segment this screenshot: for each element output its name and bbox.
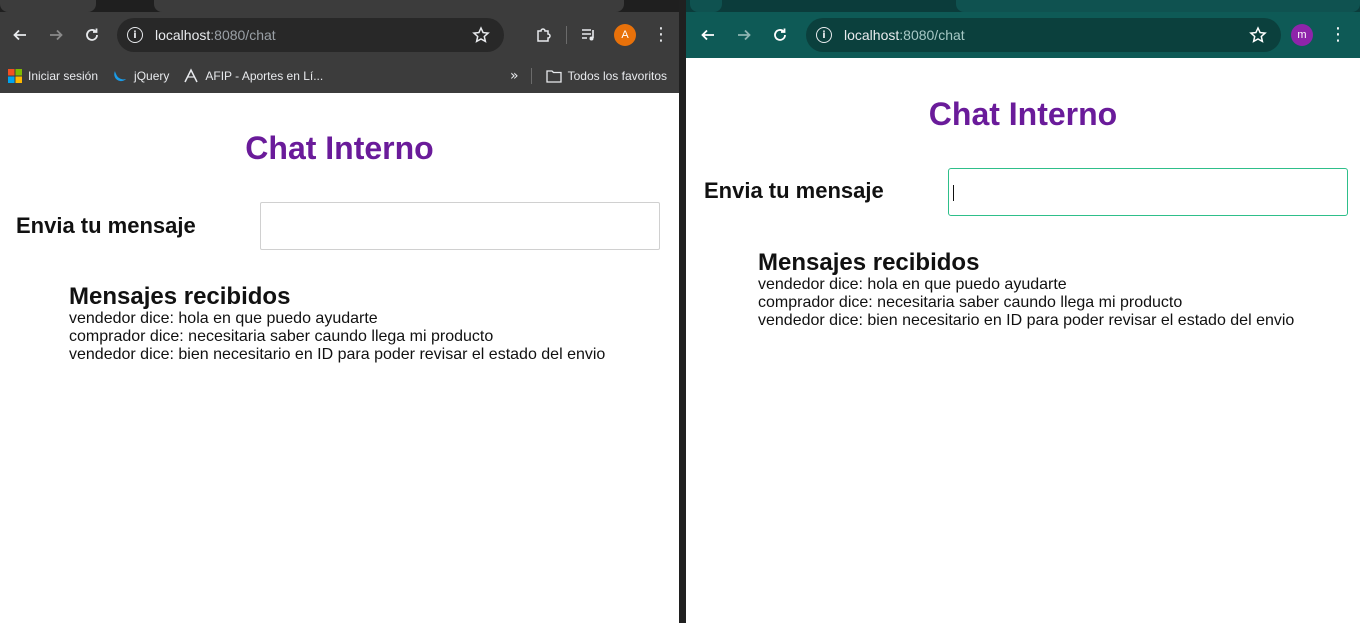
afip-icon bbox=[183, 67, 199, 84]
address-bar[interactable]: i localhost:8080/chat bbox=[806, 18, 1281, 52]
send-message-label: Envia tu mensaje bbox=[16, 213, 196, 238]
forward-arrow-icon bbox=[738, 29, 751, 41]
page-content: Chat Interno Envia tu mensaje Mensajes r… bbox=[686, 58, 1360, 623]
tab[interactable] bbox=[0, 0, 96, 12]
forward-button[interactable] bbox=[726, 17, 762, 53]
received-heading: Mensajes recibidos bbox=[758, 249, 980, 276]
text-caret bbox=[953, 185, 954, 201]
message-line: vendedor dice: bien necesitario en ID pa… bbox=[758, 312, 1295, 329]
url-host: localhost bbox=[844, 27, 900, 43]
url-text: localhost:8080/chat bbox=[844, 27, 965, 43]
bookmark-label: AFIP - Aportes en Lí... bbox=[205, 68, 324, 83]
kebab-menu-icon: ⋮ bbox=[1329, 24, 1347, 45]
reload-button[interactable] bbox=[74, 17, 110, 53]
bookmark-label: Iniciar sesión bbox=[28, 68, 99, 83]
received-heading: Mensajes recibidos bbox=[69, 283, 291, 310]
all-bookmarks-label: Todos los favoritos bbox=[567, 68, 667, 83]
toolbar-separator bbox=[566, 26, 567, 44]
back-button[interactable] bbox=[690, 17, 726, 53]
reload-icon bbox=[774, 28, 786, 41]
page-title: Chat Interno bbox=[245, 130, 434, 166]
url-path: :8080/chat bbox=[210, 27, 276, 43]
menu-button[interactable]: ⋮ bbox=[643, 17, 679, 53]
message-input[interactable] bbox=[948, 168, 1348, 216]
more-bookmarks-chevron-icon[interactable]: » bbox=[510, 68, 519, 84]
bookmark-item[interactable]: AFIP - Aportes en Lí... bbox=[183, 67, 324, 84]
back-button[interactable] bbox=[2, 17, 38, 53]
media-controls-button[interactable] bbox=[571, 17, 607, 53]
puzzle-icon bbox=[537, 28, 551, 42]
queue-music-icon bbox=[582, 29, 594, 41]
profile-button[interactable]: m bbox=[1284, 17, 1320, 53]
extensions-button[interactable] bbox=[526, 17, 562, 53]
browser-window-left: i localhost:8080/chat A ⋮ Iniciar sesión… bbox=[0, 0, 679, 623]
tab[interactable] bbox=[956, 0, 1360, 12]
tab-strip bbox=[686, 0, 1360, 12]
forward-arrow-icon bbox=[50, 29, 63, 41]
bookmark-star-icon[interactable] bbox=[1249, 26, 1267, 44]
message-input[interactable] bbox=[260, 202, 660, 250]
reload-button[interactable] bbox=[762, 17, 798, 53]
browser-toolbar: i localhost:8080/chat A ⋮ bbox=[0, 12, 679, 58]
profile-button[interactable]: A bbox=[607, 17, 643, 53]
message-line: vendedor dice: bien necesitario en ID pa… bbox=[69, 346, 606, 363]
site-info-icon[interactable]: i bbox=[816, 27, 832, 43]
message-line: vendedor dice: hola en que puedo ayudart… bbox=[69, 310, 378, 327]
forward-button[interactable] bbox=[38, 17, 74, 53]
avatar: A bbox=[614, 24, 636, 46]
bookmark-item[interactable]: jQuery bbox=[112, 68, 169, 84]
send-message-label: Envia tu mensaje bbox=[704, 178, 884, 203]
received-messages: Mensajes recibidos vendedor dice: hola e… bbox=[758, 250, 1294, 330]
address-bar[interactable]: i localhost:8080/chat bbox=[117, 18, 504, 52]
jquery-icon bbox=[112, 68, 128, 84]
message-line: vendedor dice: hola en que puedo ayudart… bbox=[758, 276, 1067, 293]
bookmarks-separator bbox=[530, 67, 532, 84]
menu-button[interactable]: ⋮ bbox=[1320, 17, 1356, 53]
browser-window-right: i localhost:8080/chat m ⋮ Chat Interno E… bbox=[686, 0, 1360, 623]
site-info-icon[interactable]: i bbox=[127, 27, 143, 43]
window-divider bbox=[679, 0, 686, 623]
bookmark-item[interactable]: Iniciar sesión bbox=[8, 68, 99, 83]
message-line: comprador dice: necesitaria saber caundo… bbox=[758, 294, 1183, 311]
bookmark-label: jQuery bbox=[134, 68, 170, 83]
tab[interactable] bbox=[154, 0, 624, 12]
bookmarks-bar: Iniciar sesión jQuery AFIP - Aportes en … bbox=[0, 58, 679, 93]
kebab-menu-icon: ⋮ bbox=[652, 24, 670, 45]
browser-toolbar: i localhost:8080/chat m ⋮ bbox=[686, 12, 1360, 58]
back-arrow-icon bbox=[13, 29, 26, 41]
message-line: comprador dice: necesitaria saber caundo… bbox=[69, 328, 494, 345]
reload-icon bbox=[86, 28, 98, 41]
tab[interactable] bbox=[690, 0, 722, 12]
tab-strip bbox=[0, 0, 679, 12]
back-arrow-icon bbox=[701, 29, 714, 41]
avatar: m bbox=[1291, 24, 1313, 46]
received-messages: Mensajes recibidos vendedor dice: hola e… bbox=[69, 284, 605, 364]
url-text: localhost:8080/chat bbox=[155, 27, 276, 43]
page-title: Chat Interno bbox=[928, 96, 1118, 132]
bookmark-star-icon[interactable] bbox=[472, 26, 490, 44]
microsoft-icon bbox=[8, 68, 22, 83]
url-host: localhost bbox=[155, 27, 211, 43]
url-path: :8080/chat bbox=[899, 27, 965, 43]
all-bookmarks-button[interactable]: Todos los favoritos bbox=[545, 68, 667, 83]
folder-icon bbox=[545, 69, 562, 83]
page-content: Chat Interno Envia tu mensaje Mensajes r… bbox=[0, 93, 679, 623]
